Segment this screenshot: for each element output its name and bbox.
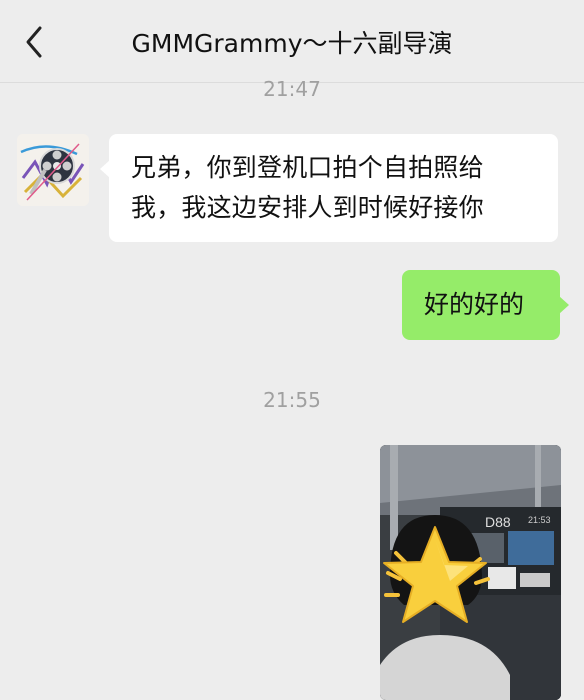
outgoing-image-message[interactable]: D88 21:53 [380,445,561,700]
chat-title: GMMGrammy～十六副导演 [131,29,453,58]
message-line: 兄弟，你到登机口拍个自拍照给 [131,153,484,182]
gate-time-text: 21:53 [528,515,551,525]
contact-avatar[interactable] [17,134,89,206]
chat-header: GMMGrammy～十六副导演 [0,0,584,83]
message-timestamp: 21:47 [263,77,321,101]
gate-sign-text: D88 [485,514,511,530]
message-line: 我，我这边安排人到时候好接你 [131,193,484,222]
message-text: 好的好的 [424,290,525,319]
incoming-message-bubble[interactable]: 兄弟，你到登机口拍个自拍照给 我，我这边安排人到时候好接你 [100,134,558,242]
back-chevron-icon[interactable] [18,22,52,62]
message-timestamp: 21:55 [263,388,321,412]
selfie-photo: D88 21:53 [380,445,561,700]
outgoing-message-bubble[interactable]: 好的好的 [402,270,569,340]
film-reel-avatar-icon [17,134,89,206]
